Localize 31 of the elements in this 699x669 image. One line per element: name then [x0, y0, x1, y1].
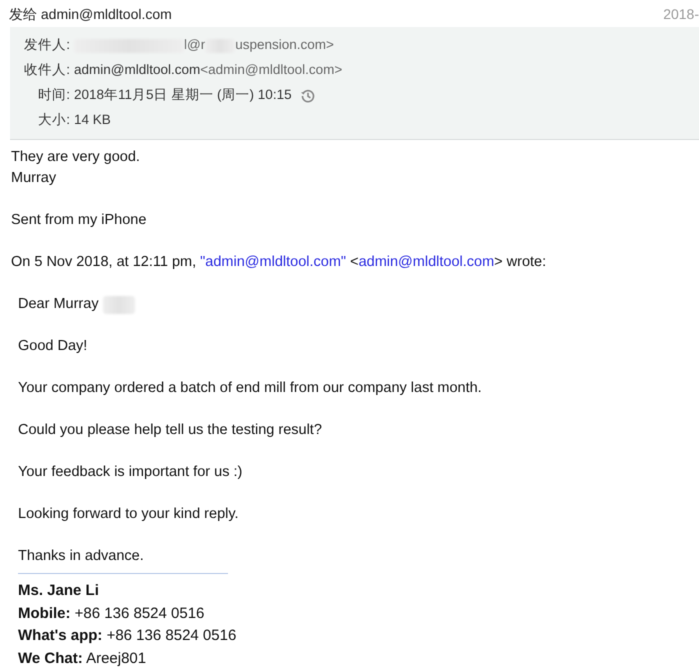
recipient-line: 发给 admin@mldltool.com	[9, 5, 172, 24]
signature-line: We Chat: Areej801	[18, 648, 148, 668]
message-line: Looking forward to your kind reply.	[18, 505, 240, 524]
greeting-text: Dear Murray	[18, 295, 99, 314]
message-line: Your company ordered a batch of end mill from our company last month.	[18, 379, 483, 398]
signature-line: Mobile: +86 136 8524 0516	[18, 604, 206, 624]
history-icon[interactable]	[300, 88, 316, 104]
redaction-blur	[102, 296, 135, 314]
message-line: Your feedback is important for us :)	[18, 463, 244, 482]
recipient-address: <admin@mldltool.com>	[200, 61, 342, 80]
recipient-name: admin@mldltool.com	[74, 61, 200, 80]
message-line: Thanks in advance.	[18, 547, 145, 566]
message-line: Murray	[11, 169, 58, 188]
message-line: Good Day!	[18, 337, 88, 356]
date-text: 2018-	[663, 5, 699, 24]
field-label: 发件人:	[23, 36, 70, 54]
signature-name: Ms. Jane Li	[18, 581, 100, 601]
message-line: They are very good.	[11, 148, 141, 167]
message-line: Could you please help tell us the testing result?	[18, 421, 323, 440]
sender-address-text: l@r	[184, 36, 206, 54]
time-value: 2018年11月5日 星期一 (周一) 10:15	[74, 86, 292, 104]
field-label: 时间:	[37, 86, 70, 104]
attribution-line: On 5 Nov 2018, at 12:11 pm, "admin@mldltool.com" <admin@mldltool.com> wrote:	[11, 253, 548, 272]
email-link[interactable]: "admin@mldltool.com"	[200, 254, 346, 270]
email-link[interactable]: admin@mldltool.com	[358, 254, 494, 270]
sender-address-text: uspension.com>	[235, 36, 334, 54]
field-label: 大小:	[37, 111, 70, 130]
message-line: Sent from my iPhone	[11, 211, 148, 230]
field-label: 收件人:	[23, 61, 70, 80]
size-value: 14 KB	[74, 111, 111, 130]
signature-line: What's app: +86 136 8524 0516	[18, 626, 238, 646]
